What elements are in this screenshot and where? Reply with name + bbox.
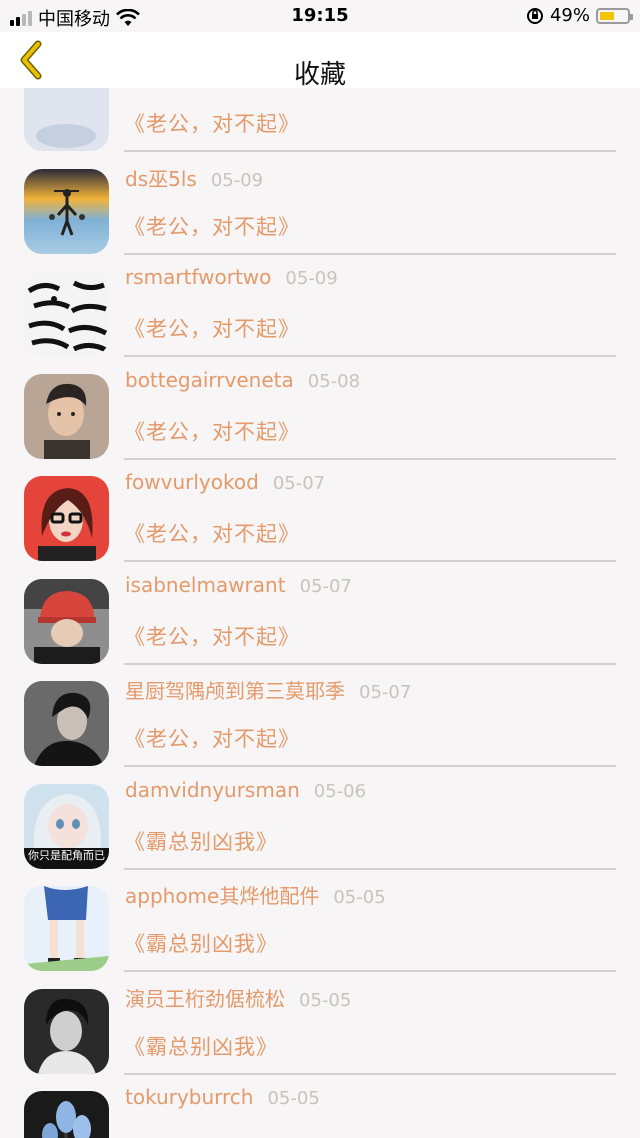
list-item[interactable]: fowvurlyokod 05-07 《老公，对不起》 [0, 462, 640, 565]
nav-bar: 收藏 [0, 32, 640, 90]
orientation-lock-icon [526, 7, 543, 24]
author-name[interactable]: 演员王桁劲倨梳松 [125, 987, 285, 1011]
avatar[interactable] [24, 886, 109, 971]
list-item[interactable]: 星厨驾隅颅到第三莫耶季 05-07 《老公，对不起》 [0, 667, 640, 770]
page-title: 收藏 [293, 60, 346, 90]
author-name[interactable]: tokuryburrch [125, 1085, 253, 1109]
avatar[interactable] [24, 476, 109, 561]
post-date: 05-09 [285, 268, 338, 289]
author-line: bottegairrveneta 05-08 [125, 368, 360, 392]
status-bar: 中国移动 19:15 49% [0, 0, 640, 32]
work-title[interactable]: 《老公，对不起》 [124, 621, 300, 651]
author-line: 星厨驾隅颅到第三莫耶季 05-07 [125, 675, 411, 704]
divider [124, 867, 616, 870]
author-line: apphome其烨他配件 05-05 [125, 880, 386, 909]
list-item[interactable]: rsmartfwortwo 05-09 《老公，对不起》 [0, 257, 640, 360]
work-title[interactable]: 《霸总别凶我》 [124, 928, 278, 958]
post-date: 05-05 [333, 887, 386, 908]
avatar[interactable] [24, 168, 109, 254]
post-date: 05-07 [299, 575, 352, 597]
work-title[interactable]: 《霸总别凶我》 [124, 826, 278, 856]
author-line: tokuryburrch 05-05 [125, 1085, 320, 1109]
list-item[interactable]: tokuryburrch 05-05 《霸总别凶我》 [0, 1077, 640, 1138]
work-title[interactable]: 《老公，对不起》 [124, 518, 300, 548]
list-item[interactable]: bottegairrveneta 05-08 《老公，对不起》 [0, 360, 640, 463]
divider [124, 662, 616, 665]
author-name[interactable]: apphome其烨他配件 [125, 884, 319, 908]
post-date: 05-07 [359, 682, 412, 703]
list-item[interactable]: 演员王桁劲倨梳松 05-05 《霸总别凶我》 [0, 975, 640, 1078]
author-line: fowvurlyokod 05-07 [125, 470, 325, 494]
list-item[interactable]: 你只是配角而已 damvidnyursman 05-06 《霸总别凶我》 [0, 770, 640, 873]
author-line: damvidnyursman 05-06 [125, 778, 366, 802]
work-title[interactable]: 《老公，对不起》 [124, 723, 300, 753]
battery-percent: 49% [549, 5, 590, 26]
divider [124, 457, 616, 460]
author-line: 演员王桁劲倨梳松 05-05 [125, 983, 351, 1012]
avatar[interactable] [24, 373, 109, 459]
list-item[interactable]: apphome其烨他配件 05-05 《霸总别凶我》 [0, 872, 640, 975]
avatar[interactable]: 你只是配角而已 [24, 783, 109, 869]
author-name[interactable]: ds巫5ls [125, 167, 197, 191]
post-date: 05-05 [267, 1088, 320, 1109]
work-title[interactable]: 《老公，对不起》 [124, 108, 300, 138]
battery-icon [596, 7, 633, 24]
list-item[interactable]: 《老公，对不起》 [0, 88, 640, 155]
work-title[interactable]: 《老公，对不起》 [124, 313, 300, 343]
work-title[interactable]: 《霸总别凶我》 [124, 1133, 278, 1138]
avatar[interactable] [24, 988, 109, 1074]
post-date: 05-09 [210, 169, 264, 191]
author-line: rsmartfwortwo 05-09 [125, 265, 338, 289]
post-date: 05-06 [313, 780, 367, 802]
author-name[interactable]: fowvurlyokod [125, 470, 259, 494]
divider [124, 355, 616, 357]
author-name[interactable]: isabnelmawrant [125, 573, 286, 597]
divider [124, 970, 616, 972]
author-name[interactable]: bottegairrveneta [125, 368, 294, 392]
author-name[interactable]: damvidnyursman [125, 778, 300, 802]
post-date: 05-05 [299, 989, 352, 1011]
work-title[interactable]: 《老公，对不起》 [124, 416, 300, 446]
divider [124, 150, 616, 152]
avatar[interactable] [24, 681, 109, 766]
divider [124, 1072, 616, 1075]
post-date: 05-08 [307, 370, 361, 392]
work-title[interactable]: 《老公，对不起》 [124, 211, 300, 241]
list-item[interactable]: ds巫5ls 05-09 《老公，对不起》 [0, 155, 640, 258]
avatar[interactable] [24, 1091, 109, 1138]
divider [124, 765, 616, 767]
status-right: 49% [526, 5, 633, 26]
post-date: 05-07 [272, 473, 326, 494]
avatar[interactable] [24, 88, 109, 151]
author-name[interactable]: 星厨驾隅颅到第三莫耶季 [125, 679, 345, 703]
avatar-caption: 你只是配角而已 [28, 848, 105, 862]
author-line: isabnelmawrant 05-07 [125, 573, 352, 597]
work-title[interactable]: 《霸总别凶我》 [124, 1031, 278, 1061]
author-name[interactable]: rsmartfwortwo [125, 265, 271, 289]
divider [124, 560, 616, 562]
divider [124, 252, 616, 255]
list-item[interactable]: isabnelmawrant 05-07 《老公，对不起》 [0, 565, 640, 668]
favorites-list[interactable]: 《老公，对不起》 ds巫5ls 05-09 《老公，对不起》 rsmartfwortwo… [0, 88, 640, 1138]
avatar[interactable] [24, 578, 109, 664]
author-line: ds巫5ls 05-09 [125, 163, 263, 192]
avatar[interactable] [24, 271, 109, 356]
